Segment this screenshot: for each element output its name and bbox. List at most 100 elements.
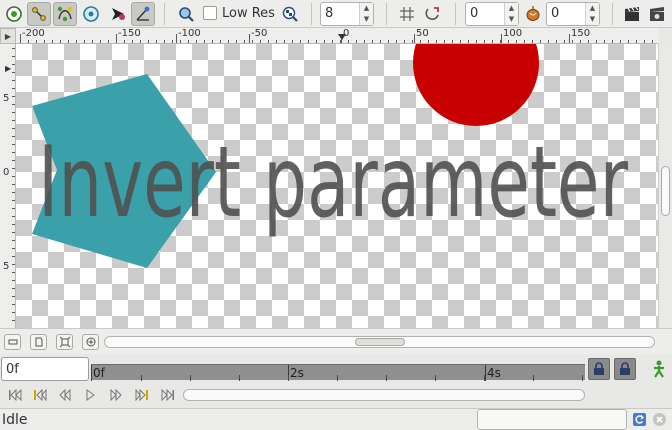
- status-bar: Idle: [0, 408, 672, 430]
- current-time-value: 0f: [6, 362, 19, 377]
- ruler-toggle-button[interactable]: ▶: [0, 28, 16, 44]
- onion-past-arrows[interactable]: ▲ ▼: [504, 3, 518, 25]
- refresh-button[interactable]: [632, 412, 647, 427]
- zoom-100-button[interactable]: [30, 334, 47, 350]
- next-frame-icon: [110, 389, 122, 401]
- minus-icon: [8, 339, 17, 345]
- time-minor-tick: [386, 375, 387, 381]
- seek-end-icon: [161, 389, 174, 401]
- current-time-field[interactable]: 0f: [1, 357, 89, 381]
- status-text: Idle: [2, 412, 28, 428]
- onion-past-spinner[interactable]: 0 ▲ ▼: [465, 2, 519, 26]
- prev-frame-icon: [59, 389, 71, 401]
- vertical-scrollbar[interactable]: [658, 44, 672, 328]
- lock-icon: [620, 362, 630, 375]
- onion-future-spinner[interactable]: 0 ▲ ▼: [546, 2, 600, 26]
- seek-next-frame-button[interactable]: [105, 386, 127, 404]
- time-major-tick: [91, 365, 92, 381]
- time-minor-tick: [533, 375, 534, 381]
- vertical-scroll-thumb[interactable]: [661, 166, 670, 216]
- show-vertices-button[interactable]: [2, 2, 26, 26]
- plus-icon: [86, 337, 95, 347]
- onion-future-value: 0: [551, 6, 560, 21]
- seek-end-button[interactable]: [157, 386, 179, 404]
- magnifier-icon: [179, 7, 194, 22]
- seek-prev-frame-button[interactable]: [54, 386, 76, 404]
- ruler-label: -100: [178, 28, 201, 39]
- zoom-button[interactable]: [174, 2, 198, 26]
- zoom-out-button[interactable]: [4, 334, 21, 350]
- time-minor-tick: [190, 375, 191, 381]
- seek-next-keyframe-button[interactable]: [131, 386, 153, 404]
- horizontal-scroll-thumb[interactable]: [355, 338, 405, 346]
- triangle-right-icon: ▶: [4, 31, 12, 41]
- play-button[interactable]: [79, 386, 101, 404]
- bline-icon: [57, 6, 73, 22]
- spin-up-icon: ▲: [589, 4, 596, 12]
- preview-button[interactable]: [645, 2, 669, 26]
- lock-future-keyframe-button[interactable]: [614, 358, 636, 380]
- radius-icon: [83, 6, 99, 22]
- time-minor-tick: [239, 375, 240, 381]
- playback-progress-bar[interactable]: [183, 389, 585, 401]
- onion-future-arrows[interactable]: ▲ ▼: [585, 3, 599, 25]
- spin-down-icon: ▼: [589, 15, 596, 23]
- seek-prev-keyframe-button[interactable]: [29, 386, 51, 404]
- zoom-in-button[interactable]: [82, 334, 99, 350]
- time-label: 0f: [93, 366, 105, 380]
- render-button[interactable]: [620, 2, 644, 26]
- width-duck-icon: [112, 8, 125, 20]
- vertex-circle-icon: [6, 6, 22, 22]
- show-grid-button[interactable]: [395, 2, 419, 26]
- show-bline-button[interactable]: [53, 2, 77, 26]
- show-tangents-button[interactable]: [27, 2, 51, 26]
- time-minor-tick: [141, 375, 142, 381]
- prev-keyframe-icon: [34, 389, 47, 401]
- ruler-major-tick: [414, 34, 415, 43]
- circle-layer[interactable]: [413, 44, 539, 126]
- animation-mode-button[interactable]: [648, 358, 670, 380]
- ruler-label: 150: [571, 28, 591, 39]
- spin-up-icon: ▲: [363, 4, 370, 12]
- preview-clapper-icon: [650, 7, 664, 21]
- seek-begin-button[interactable]: [4, 386, 26, 404]
- angle-icon: [136, 6, 150, 21]
- play-icon: [86, 389, 95, 401]
- ruler-major-tick: [249, 34, 250, 43]
- quality-value: 8: [325, 6, 334, 21]
- work-area-canvas[interactable]: Invert parameter: [16, 44, 658, 328]
- ruler-label: 100: [503, 28, 523, 39]
- snap-grid-button[interactable]: [421, 2, 445, 26]
- spin-up-icon: ▲: [508, 4, 515, 12]
- vertical-ruler: ▶ 5 0 5: [0, 44, 16, 328]
- time-major-tick: [485, 365, 486, 381]
- stop-button[interactable]: [652, 412, 667, 427]
- time-minor-tick: [484, 375, 485, 381]
- ruler-label: -200: [22, 28, 45, 39]
- ruler-label: 0: [3, 167, 10, 178]
- text-layer[interactable]: Invert parameter: [38, 126, 628, 240]
- animation-mode-figure-icon: [654, 360, 664, 378]
- zoom-checker-icon: [282, 6, 298, 22]
- ruler-major-tick: [569, 34, 570, 43]
- time-label: 4s: [487, 366, 501, 380]
- spin-down-icon: ▼: [363, 15, 370, 23]
- ruler-label: -150: [118, 28, 141, 39]
- quality-spinner-arrows[interactable]: ▲ ▼: [359, 3, 373, 25]
- show-radius-button[interactable]: [79, 2, 103, 26]
- time-label: 2s: [290, 366, 304, 380]
- next-keyframe-icon: [135, 389, 148, 401]
- ruler-menu-icon: ▶: [5, 64, 12, 73]
- show-width-button[interactable]: [106, 2, 130, 26]
- lock-past-keyframe-button[interactable]: [588, 358, 610, 380]
- zoom-fit-canvas-button[interactable]: [56, 334, 73, 350]
- zoom-fit-button[interactable]: [278, 2, 302, 26]
- onion-skin-button[interactable]: [521, 2, 545, 26]
- time-slider[interactable]: 0f 2s 4s: [91, 364, 585, 381]
- low-res-checkbox[interactable]: [203, 6, 217, 20]
- refresh-icon: [633, 413, 646, 426]
- show-angle-button[interactable]: [131, 2, 155, 26]
- horizontal-scrollbar[interactable]: [104, 336, 655, 348]
- quality-spinner[interactable]: 8 ▲ ▼: [320, 2, 374, 26]
- ruler-major-tick: [176, 34, 177, 43]
